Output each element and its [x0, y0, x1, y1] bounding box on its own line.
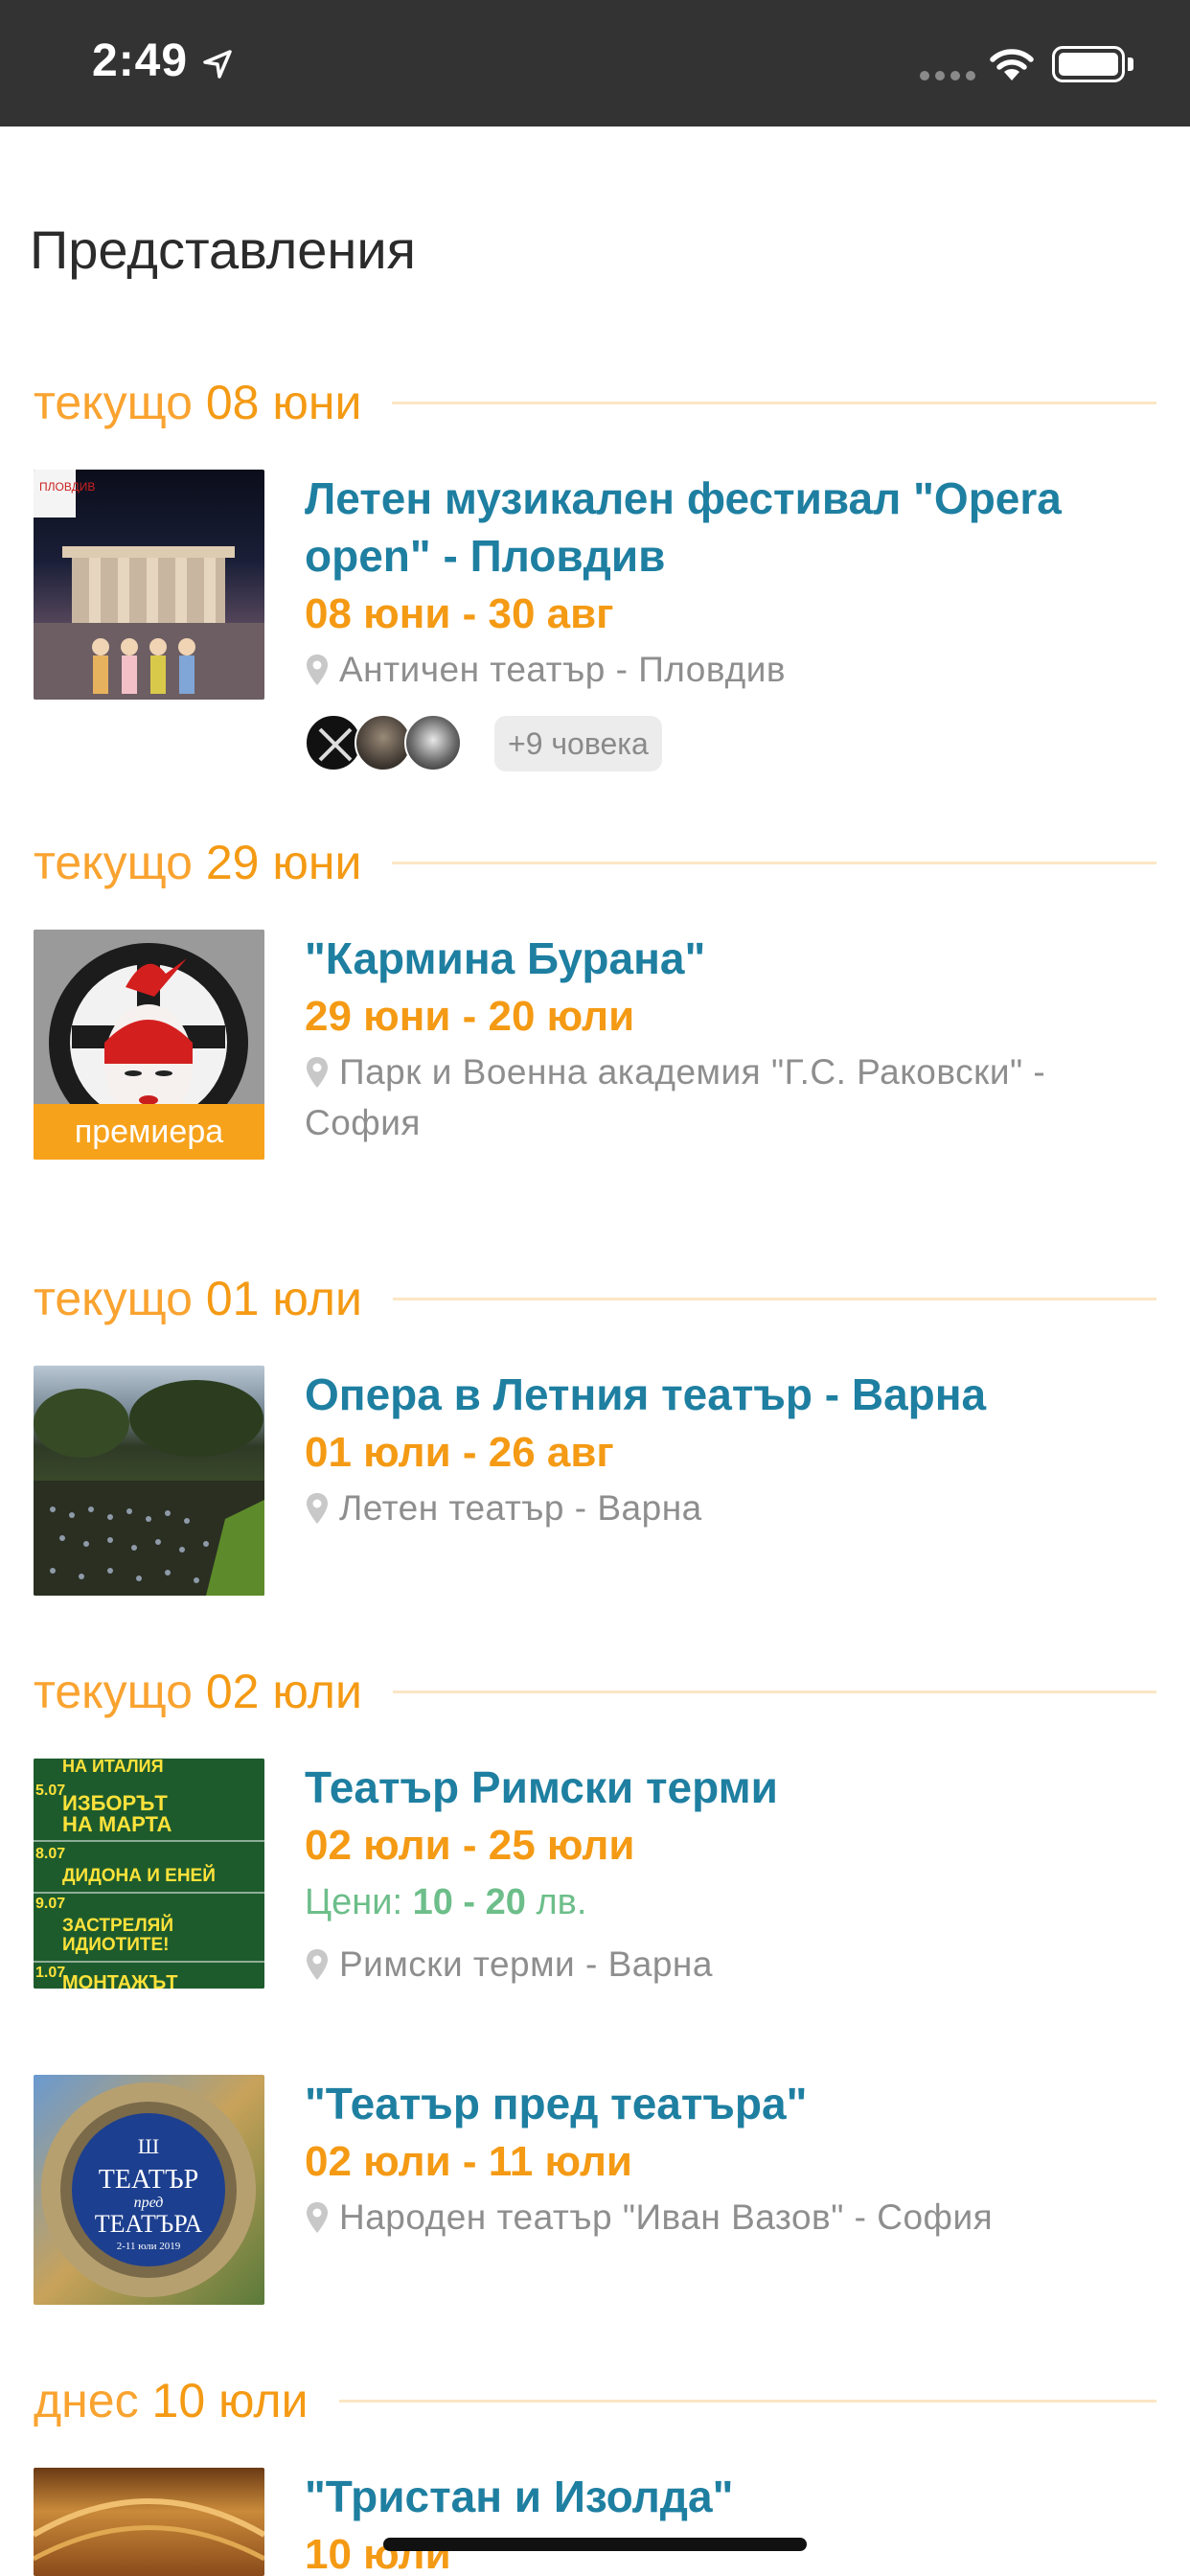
section-prefix: текущо [34, 1272, 193, 1325]
event-venue: Античен театър - Пловдив [305, 644, 1148, 695]
event-thumbnail[interactable] [34, 2468, 264, 2576]
section-prefix: текущо [34, 836, 193, 889]
section-prefix: текущо [34, 1665, 193, 1718]
event-thumbnail[interactable]: НА ИТАЛИЯ 5.07 ИЗБОРЪТ НА МАРТА 8.07 ДИД… [34, 1759, 264, 1989]
event-title[interactable]: "Тристан и Изолда" [305, 2468, 1148, 2525]
status-time: 2:49 [92, 35, 189, 86]
event-item[interactable]: Ш ТЕАТЪР пред ТЕАТЪРА 2-11 юли 2019 "Теа… [34, 2075, 1156, 2324]
event-dates: 08 юни - 30 авг [305, 590, 614, 637]
location-pin-icon [307, 1057, 328, 1088]
event-dates: 02 юли - 25 юли [305, 1822, 635, 1869]
location-pin-icon [307, 1493, 328, 1524]
event-thumbnail[interactable]: ПЛОВДИВ [34, 470, 264, 700]
venue-label: Античен театър - Пловдив [339, 650, 787, 689]
section-divider [392, 1690, 1156, 1693]
home-indicator[interactable] [383, 2538, 807, 2551]
event-item[interactable]: премиера "Кармина Бурана" 29 юни - 20 юл… [34, 930, 1156, 1217]
location-pin-icon [307, 1949, 328, 1980]
section-header: днес 10 юли [34, 2372, 1156, 2429]
battery-icon [1052, 46, 1125, 82]
event-item[interactable]: ПЛОВДИВ Летен музикален фестивал "Opera … [34, 470, 1156, 776]
svg-text:1.07: 1.07 [35, 1965, 65, 1981]
svg-text:8.07: 8.07 [35, 1846, 65, 1862]
svg-text:5.07: 5.07 [35, 1782, 65, 1799]
location-arrow-icon [203, 50, 232, 79]
event-venue: Римски терми - Варна [305, 1939, 1148, 1990]
section-divider [392, 861, 1156, 864]
event-venue: Парк и Военна академия "Г.С. Раковски" -… [305, 1046, 1148, 1148]
venue-label: Народен театър "Иван Вазов" - София [339, 2197, 994, 2237]
venue-label: Летен театър - Варна [339, 1488, 702, 1528]
price-label: Цени: [305, 1882, 403, 1922]
section-date: 08 юни [205, 376, 362, 429]
section-header: текущо 29 юни [34, 834, 1156, 891]
avatar[interactable] [355, 714, 412, 771]
svg-text:ПЛОВДИВ: ПЛОВДИВ [39, 480, 95, 494]
section-prefix: текущо [34, 376, 193, 429]
section-divider [392, 401, 1156, 404]
section-header: текущо 02 юли [34, 1663, 1156, 1720]
attendee-avatars[interactable]: +9 човека [305, 714, 1148, 775]
avatar[interactable] [305, 714, 362, 771]
section-header: текущо 08 юни [34, 374, 1156, 431]
event-thumbnail[interactable]: Ш ТЕАТЪР пред ТЕАТЪРА 2-11 юли 2019 [34, 2075, 264, 2305]
svg-text:МОНТАЖЪТ: МОНТАЖЪТ [62, 1972, 178, 1989]
section-date: 01 юли [205, 1272, 362, 1325]
venue-label: Парк и Военна академия "Г.С. Раковски" -… [305, 1052, 1046, 1142]
event-dates: 01 юли - 26 авг [305, 1429, 614, 1476]
price-max: 20 [485, 1882, 526, 1922]
event-title[interactable]: "Театър пред театъра" [305, 2075, 1148, 2132]
svg-text:Ш: Ш [138, 2134, 159, 2158]
section-prefix: днес [34, 2374, 139, 2427]
svg-text:ТЕАТЪР: ТЕАТЪР [99, 2165, 198, 2195]
avatar[interactable] [404, 714, 462, 771]
section-header: текущо 01 юли [34, 1270, 1156, 1327]
svg-text:ИДИОТИТЕ!: ИДИОТИТЕ! [62, 1935, 170, 1955]
svg-text:ЗАСТРЕЛЯЙ: ЗАСТРЕЛЯЙ [62, 1915, 173, 1936]
event-dates: 02 юли - 11 юли [305, 2138, 632, 2185]
event-title[interactable]: Театър Римски терми [305, 1759, 1148, 1816]
section-date: 02 юли [205, 1665, 362, 1718]
svg-text:2-11 юли 2019: 2-11 юли 2019 [117, 2241, 181, 2252]
event-thumbnail[interactable]: премиера [34, 930, 264, 1160]
section-date: 29 юни [205, 836, 362, 889]
svg-text:пред: пред [134, 2195, 164, 2211]
svg-text:НА МАРТА: НА МАРТА [62, 1812, 172, 1836]
section-divider [338, 2399, 1156, 2403]
svg-text:ДИДОНА И ЕНЕЙ: ДИДОНА И ЕНЕЙ [62, 1865, 216, 1886]
more-attendees-badge[interactable]: +9 човека [494, 716, 662, 771]
event-title[interactable]: Летен музикален фестивал "Opera open" - … [305, 470, 1148, 585]
price-currency: лв. [536, 1882, 587, 1922]
svg-text:9.07: 9.07 [35, 1896, 65, 1912]
premiere-badge: премиера [34, 1104, 264, 1160]
event-item[interactable]: НА ИТАЛИЯ 5.07 ИЗБОРЪТ НА МАРТА 8.07 ДИД… [34, 1759, 1156, 2046]
location-pin-icon [307, 2202, 328, 2233]
section-divider [392, 1297, 1156, 1300]
wifi-icon [990, 49, 1034, 80]
price-min: 10 [412, 1882, 453, 1922]
event-title[interactable]: Опера в Летния театър - Варна [305, 1366, 1148, 1423]
event-item[interactable]: Опера в Летния театър - Варна 01 юли - 2… [34, 1366, 1156, 1615]
event-thumbnail[interactable] [34, 1366, 264, 1596]
event-venue: Народен театър "Иван Вазов" - София [305, 2192, 1148, 2242]
event-price: Цени: 10 - 20 лв. [305, 1882, 587, 1922]
event-item[interactable]: "Тристан и Изолда" 10 юли [34, 2468, 1156, 2576]
event-venue: Летен театър - Варна [305, 1483, 1148, 1533]
location-pin-icon [307, 655, 328, 685]
status-bar: 2:49 [0, 0, 1190, 126]
cellular-signal-icon [920, 71, 975, 80]
section-date: 10 юли [151, 2374, 309, 2427]
svg-text:НА ИТАЛИЯ: НА ИТАЛИЯ [62, 1759, 164, 1776]
page-title: Представления [30, 219, 416, 280]
event-dates: 29 юни - 20 юли [305, 993, 635, 1040]
svg-text:ТЕАТЪРА: ТЕАТЪРА [95, 2210, 203, 2238]
event-title[interactable]: "Кармина Бурана" [305, 930, 1148, 987]
venue-label: Римски терми - Варна [339, 1944, 713, 1984]
